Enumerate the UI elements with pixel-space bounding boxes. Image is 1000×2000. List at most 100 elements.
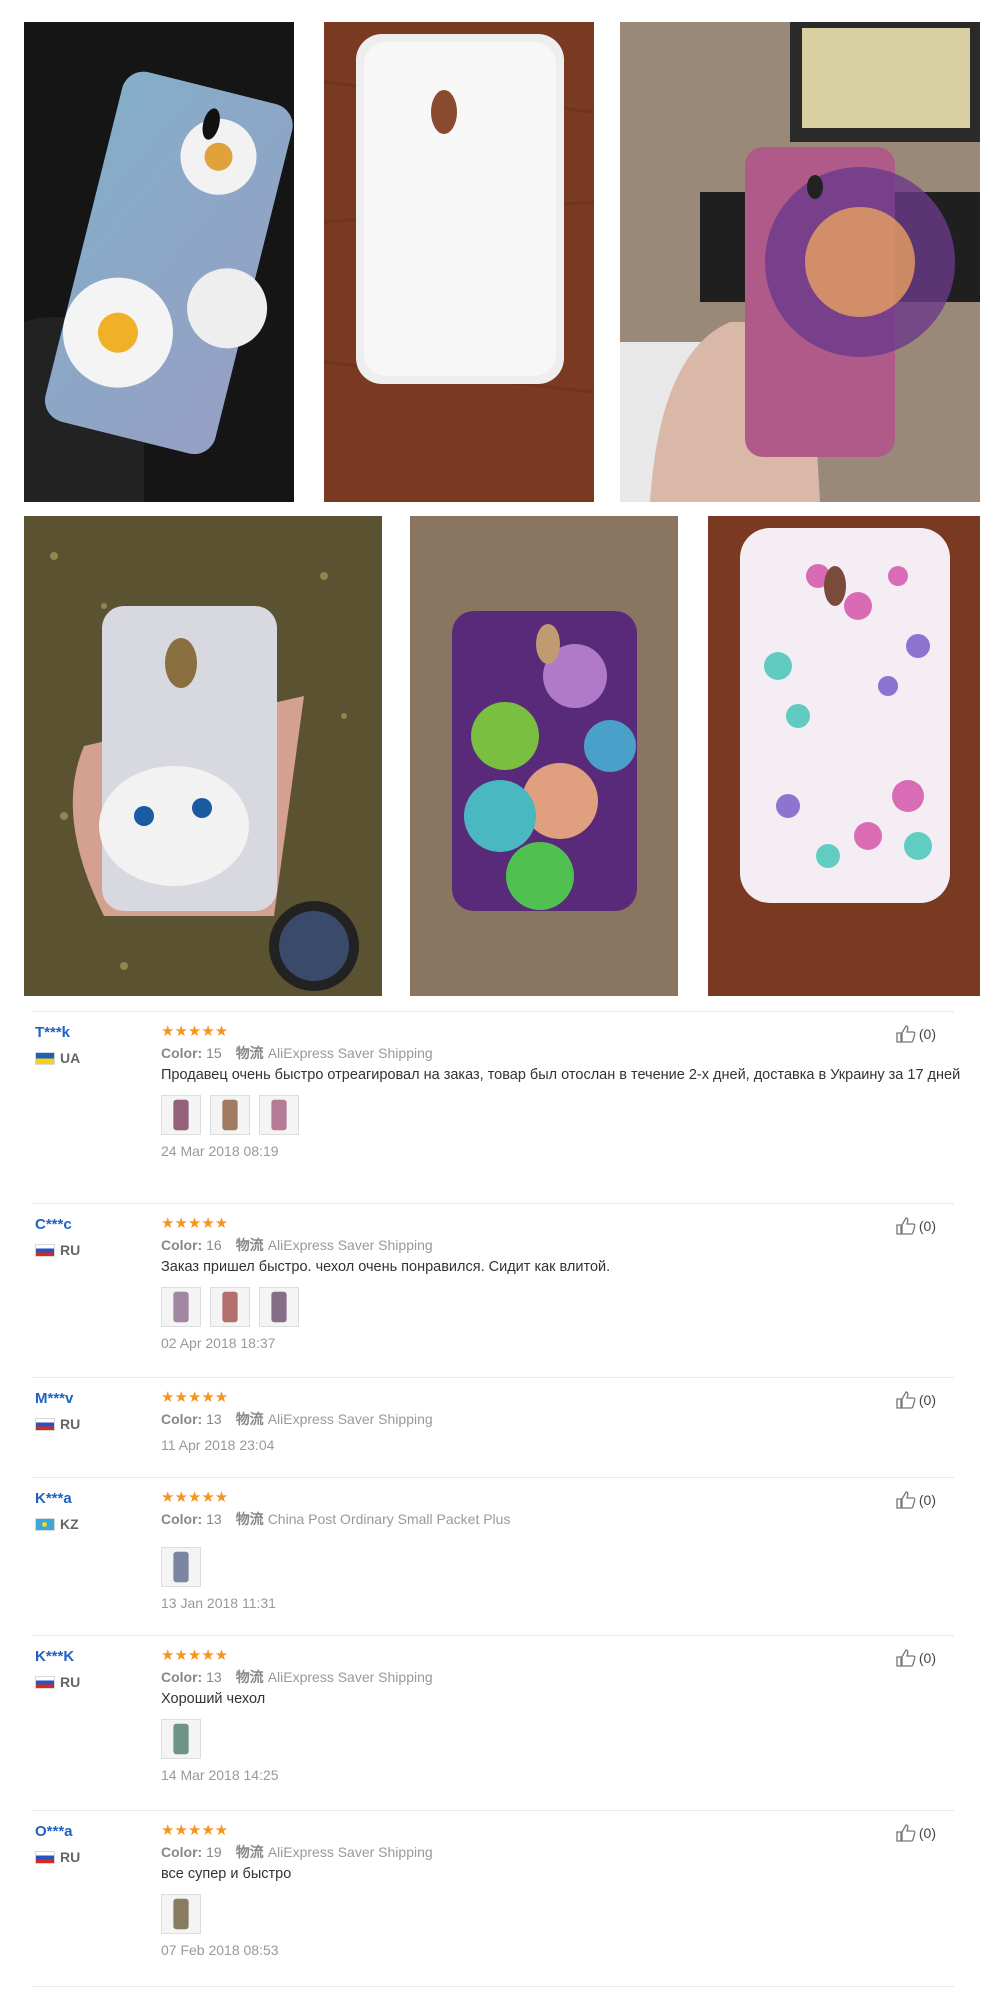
review-photo-thumbnail[interactable] xyxy=(161,1894,201,1934)
helpful-button[interactable]: (0) xyxy=(895,1824,936,1842)
shipping-label: 物流 xyxy=(235,1045,264,1061)
user-name[interactable]: T***k xyxy=(35,1024,80,1042)
user-name[interactable]: K***a xyxy=(35,1490,79,1508)
flag-icon xyxy=(35,1051,55,1065)
shipping-method: China Post Ordinary Small Packet Plus xyxy=(267,1511,511,1527)
color-value: 13 xyxy=(206,1411,222,1427)
review-meta: Color: 16 物流 AliExpress Saver Shipping xyxy=(161,1235,954,1255)
user-country: RU xyxy=(35,1416,80,1432)
star-rating: ★★★★★ xyxy=(161,1023,229,1040)
thumbs-up-icon xyxy=(896,1491,916,1509)
review-photo-thumbnail[interactable] xyxy=(210,1095,250,1135)
photo-mandala-case[interactable] xyxy=(620,22,980,502)
shipping-method: AliExpress Saver Shipping xyxy=(267,1237,433,1253)
review-photo-thumbnail[interactable] xyxy=(161,1719,201,1759)
thumbs-up-icon xyxy=(896,1025,916,1043)
helpful-count: (0) xyxy=(918,1392,936,1408)
review-body: ★★★★★ Color: 19 物流 AliExpress Saver Shippi… xyxy=(161,1823,954,1958)
thumbs-up-icon xyxy=(896,1217,916,1235)
flag-icon xyxy=(35,1517,55,1531)
review-list: T***k UA ★★★★★ Color: 15 物流 AliExpress Sav… xyxy=(32,1011,960,1987)
color-value: 19 xyxy=(206,1844,222,1860)
color-label: Color: xyxy=(161,1411,203,1427)
review-text: Хороший чехол xyxy=(161,1691,266,1707)
review-photo-thumbnail[interactable] xyxy=(161,1095,201,1135)
user-country: KZ xyxy=(35,1516,79,1532)
star-rating: ★★★★★ xyxy=(161,1489,229,1506)
user-country: UA xyxy=(35,1050,80,1066)
flag-icon xyxy=(35,1243,55,1257)
review-item: T***k UA ★★★★★ Color: 15 物流 AliExpress Sav… xyxy=(32,1012,960,1204)
review-body: ★★★★★ Color: 13 物流 China Post Ordinary Sma… xyxy=(161,1490,954,1611)
star-rating: ★★★★★ xyxy=(161,1647,229,1664)
shipping-label: 物流 xyxy=(235,1669,264,1685)
review-user: M***v RU xyxy=(35,1390,80,1432)
country-code: RU xyxy=(60,1242,81,1258)
shipping-method: AliExpress Saver Shipping xyxy=(267,1669,433,1685)
helpful-button[interactable]: (0) xyxy=(895,1391,936,1409)
photo-leaves-case[interactable] xyxy=(708,516,980,996)
user-name[interactable]: M***v xyxy=(35,1390,80,1408)
review-thumbnails xyxy=(161,1894,954,1934)
review-meta: Color: 15 物流 AliExpress Saver Shipping xyxy=(161,1043,954,1063)
shipping-label: 物流 xyxy=(235,1844,264,1860)
star-rating: ★★★★★ xyxy=(161,1822,229,1839)
review-photo-thumbnail[interactable] xyxy=(210,1287,250,1327)
thumbs-up-icon xyxy=(896,1391,916,1409)
color-label: Color: xyxy=(161,1045,203,1061)
country-code: RU xyxy=(60,1849,81,1865)
review-text: все супер и быстро xyxy=(161,1866,292,1882)
review-date: 13 Jan 2018 11:31 xyxy=(161,1595,276,1611)
photo-daisy-case[interactable] xyxy=(24,22,294,502)
review-date: 11 Apr 2018 23:04 xyxy=(161,1437,275,1453)
review-item: O***a RU ★★★★★ Color: 19 物流 AliExpress Sav… xyxy=(32,1811,954,1987)
country-code: KZ xyxy=(60,1516,79,1532)
helpful-count: (0) xyxy=(918,1492,936,1508)
review-date: 14 Mar 2018 14:25 xyxy=(161,1767,279,1783)
color-label: Color: xyxy=(161,1669,203,1685)
review-body: ★★★★★ Color: 15 物流 AliExpress Saver Shippi… xyxy=(161,1023,960,1159)
user-name[interactable]: C***c xyxy=(35,1216,80,1234)
review-body: ★★★★★ Color: 13 物流 AliExpress Saver Shippi… xyxy=(161,1648,954,1783)
shipping-label: 物流 xyxy=(235,1411,264,1427)
review-meta: Color: 13 物流 AliExpress Saver Shipping xyxy=(161,1409,954,1429)
review-body: ★★★★★ Color: 13 物流 AliExpress Saver Shippi… xyxy=(161,1389,954,1454)
helpful-button[interactable]: (0) xyxy=(895,1217,936,1235)
country-code: RU xyxy=(60,1674,81,1690)
color-value: 15 xyxy=(206,1045,222,1061)
helpful-count: (0) xyxy=(918,1218,936,1234)
photo-smiley-case[interactable] xyxy=(410,516,678,996)
shipping-method: AliExpress Saver Shipping xyxy=(267,1045,433,1061)
review-body: ★★★★★ Color: 16 物流 AliExpress Saver Shippi… xyxy=(161,1216,954,1351)
review-meta: Color: 19 物流 AliExpress Saver Shipping xyxy=(161,1842,954,1862)
helpful-count: (0) xyxy=(918,1026,936,1042)
helpful-count: (0) xyxy=(918,1825,936,1841)
color-value: 13 xyxy=(206,1511,222,1527)
helpful-button[interactable]: (0) xyxy=(895,1649,936,1667)
review-thumbnails xyxy=(161,1287,954,1327)
helpful-button[interactable]: (0) xyxy=(895,1491,936,1509)
color-value: 16 xyxy=(206,1237,222,1253)
review-user: T***k UA xyxy=(35,1024,80,1066)
color-value: 13 xyxy=(206,1669,222,1685)
review-thumbnails xyxy=(161,1095,954,1135)
user-country: RU xyxy=(35,1674,80,1690)
flag-icon xyxy=(35,1675,55,1689)
review-photo-thumbnail[interactable] xyxy=(259,1095,299,1135)
user-country: RU xyxy=(35,1242,80,1258)
review-item: M***v RU ★★★★★ Color: 13 物流 AliExpress Sav… xyxy=(32,1378,954,1478)
user-name[interactable]: O***a xyxy=(35,1823,80,1841)
photo-clear-case[interactable] xyxy=(324,22,594,502)
review-user: K***a KZ xyxy=(35,1490,79,1532)
helpful-button[interactable]: (0) xyxy=(895,1025,936,1043)
star-rating: ★★★★★ xyxy=(161,1215,229,1232)
photo-kitten-case[interactable] xyxy=(24,516,382,996)
review-text: Продавец очень быстро отреагировал на за… xyxy=(161,1067,961,1083)
review-photo-thumbnail[interactable] xyxy=(259,1287,299,1327)
user-name[interactable]: K***K xyxy=(35,1648,80,1666)
review-photo-thumbnail[interactable] xyxy=(161,1287,201,1327)
review-user: O***a RU xyxy=(35,1823,80,1865)
review-photo-thumbnail[interactable] xyxy=(161,1547,201,1587)
star-rating: ★★★★★ xyxy=(161,1389,229,1406)
flag-icon xyxy=(35,1850,55,1864)
